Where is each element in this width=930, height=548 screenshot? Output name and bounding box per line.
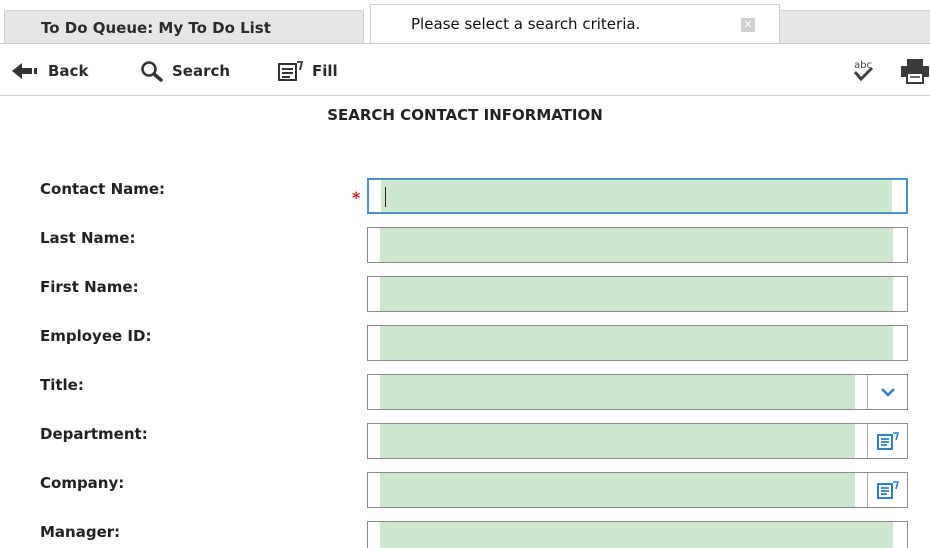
search-button[interactable]: Search: [140, 58, 230, 84]
employee-id-input[interactable]: [367, 325, 908, 361]
back-arrow-icon: [12, 63, 37, 79]
form-heading: SEARCH CONTACT INFORMATION: [327, 106, 603, 124]
tab-todo-queue-label: To Do Queue: My To Do List: [41, 18, 271, 37]
title-select[interactable]: [367, 374, 908, 410]
last-name-label: Last Name:: [40, 229, 136, 247]
department-input-fill: [380, 424, 855, 458]
contact-name-input-fill: [381, 180, 892, 212]
lookup-form-icon: [876, 432, 899, 450]
manager-input[interactable]: [367, 521, 908, 548]
department-input[interactable]: [367, 423, 908, 459]
title-select-fill: [380, 375, 855, 409]
employee-id-label: Employee ID:: [40, 327, 152, 345]
close-tab-icon[interactable]: ✕: [741, 18, 755, 32]
last-name-row: Last Name:: [0, 227, 930, 267]
fill-button[interactable]: Fill: [278, 58, 338, 84]
employee-id-input-fill: [380, 326, 893, 360]
title-row: Title:: [0, 374, 930, 414]
print-button[interactable]: [900, 58, 930, 88]
department-row: Department:: [0, 423, 930, 463]
required-marker: *: [352, 188, 361, 207]
printer-icon: [901, 59, 929, 84]
last-name-input-fill: [380, 228, 893, 262]
tab-bar-filler: [780, 10, 930, 44]
first-name-label: First Name:: [40, 278, 139, 296]
back-button[interactable]: Back: [12, 58, 88, 84]
contact-name-label: Contact Name:: [40, 180, 166, 198]
spell-check-button[interactable]: abc: [850, 58, 876, 86]
back-button-label: Back: [48, 62, 89, 80]
magnifier-icon: [141, 61, 163, 82]
title-label: Title:: [40, 376, 84, 394]
department-label: Department:: [40, 425, 148, 443]
spell-check-icon: abc: [853, 60, 874, 82]
lookup-form-icon: [876, 481, 899, 499]
text-caret: [385, 187, 386, 207]
fill-button-label: Fill: [312, 62, 338, 80]
department-lookup-button[interactable]: [867, 424, 907, 458]
manager-input-fill: [380, 522, 893, 548]
employee-id-row: Employee ID:: [0, 325, 930, 365]
tab-todo-queue[interactable]: To Do Queue: My To Do List: [4, 10, 364, 44]
first-name-row: First Name:: [0, 276, 930, 316]
contact-name-input[interactable]: [367, 178, 908, 214]
contact-name-row: Contact Name: *: [0, 178, 930, 218]
tab-search-criteria-label: Please select a search criteria.: [411, 15, 641, 33]
fill-form-icon: [278, 61, 304, 81]
company-lookup-button[interactable]: [867, 473, 907, 507]
first-name-input[interactable]: [367, 276, 908, 312]
tab-bar: To Do Queue: My To Do List Please select…: [0, 0, 930, 44]
company-row: Company:: [0, 472, 930, 512]
toolbar: Back Search Fill abc: [0, 44, 930, 96]
company-input[interactable]: [367, 472, 908, 508]
search-button-label: Search: [172, 62, 231, 80]
title-dropdown-button[interactable]: [867, 375, 907, 409]
first-name-input-fill: [380, 277, 893, 311]
company-input-fill: [380, 473, 855, 507]
tab-search-criteria[interactable]: Please select a search criteria. ✕: [370, 4, 780, 44]
chevron-down-icon: [880, 388, 895, 397]
manager-label: Manager:: [40, 523, 121, 541]
company-label: Company:: [40, 474, 125, 492]
manager-row: Manager:: [0, 521, 930, 548]
last-name-input[interactable]: [367, 227, 908, 263]
